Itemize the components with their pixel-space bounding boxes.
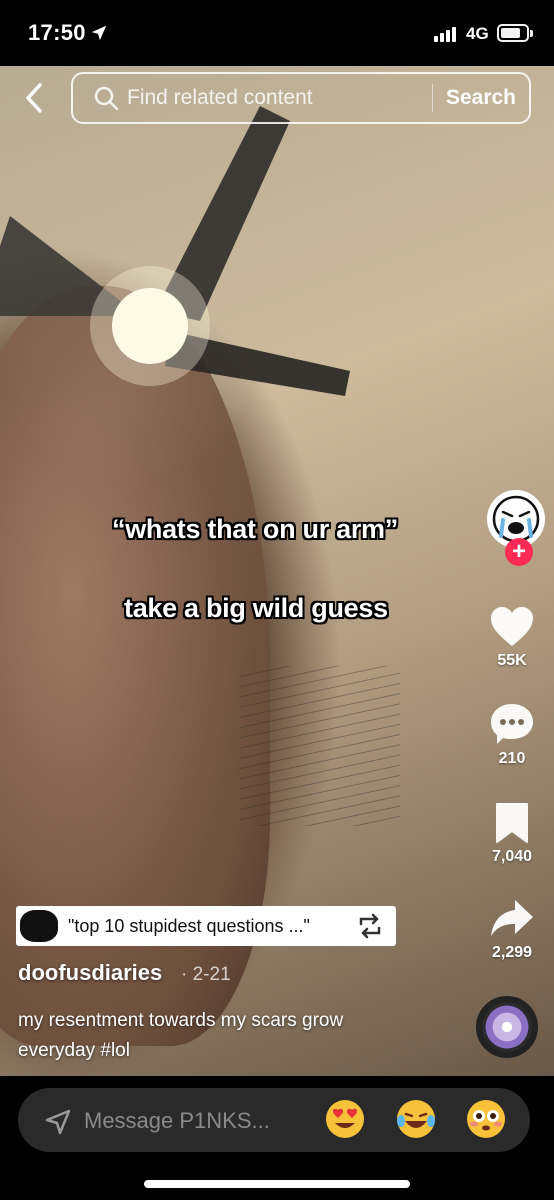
- location-arrow-icon: [91, 25, 107, 41]
- post-description[interactable]: my resentment towards my scars grow ever…: [18, 1006, 398, 1066]
- repost-icon[interactable]: [355, 912, 385, 940]
- search-input[interactable]: Find related content: [127, 86, 432, 110]
- save-button[interactable]: 7,040: [479, 802, 545, 866]
- chevron-left-icon: [26, 83, 42, 113]
- action-rail: + 55K 210 7,040 2,299: [454, 0, 554, 1100]
- like-count: 55K: [497, 652, 527, 669]
- like-button[interactable]: 55K: [479, 606, 545, 670]
- music-disc-button[interactable]: [476, 996, 538, 1058]
- share-count: 2,299: [491, 944, 533, 961]
- share-arrow-icon: [491, 900, 533, 936]
- bookmark-icon: [496, 803, 528, 843]
- signal-strength-icon: [434, 26, 456, 42]
- scribbled-avatar-icon: [20, 910, 58, 942]
- comment-bubble-icon: [491, 704, 533, 744]
- search-icon: [94, 86, 119, 111]
- laughing-tears-emoji-icon[interactable]: [396, 1099, 436, 1139]
- video-caption-1: “whats that on ur arm”: [112, 514, 398, 544]
- creator-username[interactable]: doofusdiaries: [18, 960, 162, 986]
- heart-icon: [491, 607, 533, 646]
- status-time: 17:50: [28, 20, 86, 45]
- back-button[interactable]: [18, 80, 50, 116]
- video-caption-2: take a big wild guess: [124, 593, 388, 623]
- creator-avatar-button[interactable]: +: [487, 490, 549, 566]
- post-date: · 2-21: [181, 964, 231, 985]
- flushed-emoji-icon[interactable]: [466, 1099, 506, 1139]
- heart-eyes-emoji-icon[interactable]: [325, 1099, 365, 1139]
- comment-button[interactable]: 210: [479, 702, 545, 768]
- share-button[interactable]: 2,299: [479, 898, 545, 962]
- message-input[interactable]: Message P1NKS...: [84, 1108, 270, 1134]
- linked-video-title: "top 10 stupidest questions ...": [68, 915, 310, 936]
- home-indicator[interactable]: [144, 1180, 410, 1188]
- follow-plus-button[interactable]: +: [505, 538, 533, 566]
- wall-writing: [240, 666, 400, 826]
- linked-video-tag[interactable]: "top 10 stupidest questions ...": [16, 906, 396, 946]
- send-icon: [45, 1109, 71, 1135]
- save-count: 7,040: [491, 848, 533, 865]
- comment-count: 210: [498, 750, 526, 767]
